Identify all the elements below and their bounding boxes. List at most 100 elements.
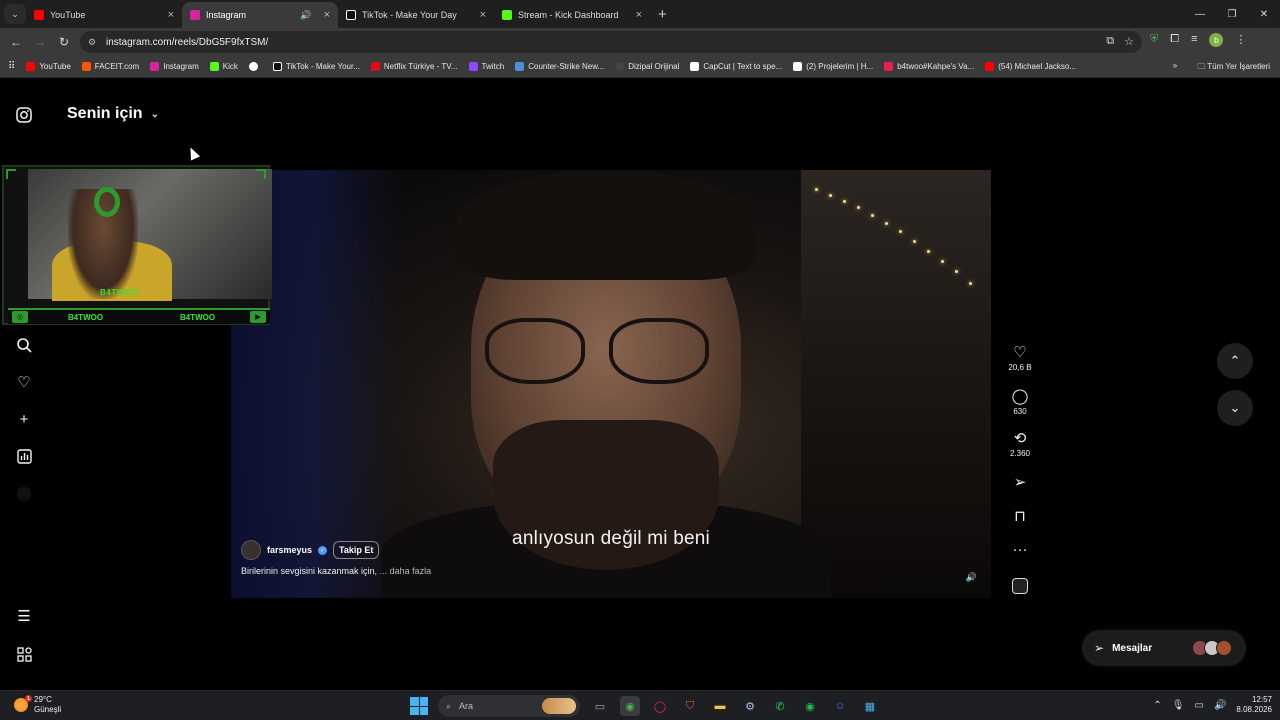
bookmark-item[interactable]: (54) Michael Jackso... <box>985 62 1076 71</box>
threads-apps-icon[interactable] <box>14 644 34 664</box>
bookmark-item[interactable]: TikTok - Make Your... <box>272 62 360 71</box>
close-tab-icon[interactable]: × <box>168 9 174 21</box>
back-icon[interactable]: ← <box>4 35 28 49</box>
whatsapp-icon[interactable]: ✆ <box>770 696 790 716</box>
overlay-name-bar: ◎ B4TWOO B4TWOO ▶ <box>8 308 270 324</box>
weather-condition: Güneşli <box>34 705 62 714</box>
volume-icon[interactable]: 🔊 <box>1214 700 1226 711</box>
opera-gx-icon[interactable]: ◯ <box>650 696 670 716</box>
tab-tiktok[interactable]: TikTok - Make Your Day × <box>338 2 494 28</box>
shield-extension-icon[interactable]: ⛨ <box>1150 33 1158 47</box>
bookmark-item[interactable]: Netflix Türkiye - TV... <box>370 62 458 71</box>
share-action[interactable]: ➢ <box>1008 475 1032 491</box>
spotify-icon[interactable]: ◉ <box>800 696 820 716</box>
author-name[interactable]: farsmeyus <box>267 545 312 555</box>
brave-icon[interactable]: ⛉ <box>680 696 700 716</box>
menu-kebab-icon[interactable]: ⋮ <box>1235 33 1246 47</box>
reload-icon[interactable]: ↻ <box>52 35 76 49</box>
more-options-action[interactable]: ··· <box>1008 542 1032 558</box>
task-view-icon[interactable]: ▭ <box>590 696 610 716</box>
tab-title: TikTok - Make Your Day <box>362 10 457 20</box>
bookmarks-overflow-button[interactable]: » <box>1173 61 1177 75</box>
bookmark-item[interactable]: CapCut | Text to spe... <box>690 62 782 71</box>
bookmark-item[interactable] <box>248 62 262 71</box>
dashboard-chart-icon[interactable] <box>14 446 34 466</box>
address-bar[interactable]: ⚙ instagram.com/reels/DbG5F9fxTSM/ ⧉ ☆ <box>80 31 1142 53</box>
comment-action[interactable]: ◯ 630 <box>1008 388 1032 417</box>
author-avatar[interactable] <box>241 540 261 560</box>
url-text: instagram.com/reels/DbG5F9fxTSM/ <box>106 36 269 48</box>
media-control-icon[interactable]: ≡ <box>1191 33 1197 47</box>
like-action[interactable]: ♡ 20,6 B <box>1008 345 1032 373</box>
tab-search-button[interactable]: ⌄ <box>4 4 26 24</box>
volume-icon[interactable]: 🔊 <box>966 572 977 583</box>
microphone-icon[interactable]: 🎙 <box>1172 700 1185 711</box>
bookmark-item[interactable]: Counter-Strike New... <box>515 62 604 71</box>
close-window-icon[interactable]: ✕ <box>1248 0 1280 28</box>
audio-track-thumbnail[interactable] <box>1012 578 1028 594</box>
youtube-icon <box>985 62 995 71</box>
create-plus-icon[interactable]: + <box>14 409 34 429</box>
instagram-logo-icon[interactable] <box>14 105 34 125</box>
previous-reel-button[interactable]: ⌃ <box>1217 343 1253 379</box>
reel-video[interactable]: anlıyosun değil mi beni farsmeyus ✓ Taki… <box>231 170 991 598</box>
notifications-heart-icon[interactable]: ♡ <box>14 372 34 392</box>
more-menu-icon[interactable]: ☰ <box>14 606 34 626</box>
file-explorer-icon[interactable]: ▬ <box>710 696 730 716</box>
restore-icon[interactable]: ❐ <box>1216 0 1248 28</box>
weather-widget[interactable]: 1 29°C Güneşli <box>14 695 61 715</box>
youtube-favicon-icon <box>34 10 44 20</box>
microsoft-store-icon[interactable]: ▦ <box>860 696 880 716</box>
site-info-icon[interactable]: ⚙ <box>88 37 100 48</box>
search-icon[interactable] <box>14 335 34 355</box>
bookmark-item[interactable]: Dizipal Orijinal <box>615 62 679 71</box>
tray-overflow-icon[interactable]: ⌃ <box>1153 700 1161 711</box>
all-bookmarks-button[interactable]: 🗀 Tüm Yer İşaretleri <box>1197 61 1270 75</box>
google-icon <box>248 62 258 71</box>
repost-action[interactable]: ⟲ 2.360 <box>1008 431 1032 459</box>
window-controls: — ❐ ✕ <box>1184 0 1280 28</box>
chrome-icon[interactable]: ◉ <box>620 696 640 716</box>
more-dots-icon: ··· <box>1012 541 1028 558</box>
stream-webcam-overlay: B4TWOO ◎ B4TWOO B4TWOO ▶ <box>2 165 272 325</box>
display-icon[interactable]: ▭ <box>1195 700 1204 711</box>
caption-more-link[interactable]: ... daha fazla <box>380 566 432 576</box>
tab-kick[interactable]: Stream - Kick Dashboard × <box>494 2 650 28</box>
steam-icon[interactable]: ⚙ <box>740 696 760 716</box>
bookmark-item[interactable]: Kick <box>209 62 238 71</box>
new-tab-button[interactable]: + <box>658 6 667 23</box>
taskbar-search[interactable]: ⌕ Ara <box>438 695 580 717</box>
close-tab-icon[interactable]: × <box>636 9 642 21</box>
save-action[interactable]: ⊓ <box>1008 509 1032 525</box>
next-reel-button[interactable]: ⌄ <box>1217 390 1253 426</box>
install-app-icon[interactable]: ⧉ <box>1106 35 1114 48</box>
bookmark-item[interactable]: b4twoo#Kahpe's Va... <box>884 62 974 71</box>
close-tab-icon[interactable]: × <box>324 9 330 21</box>
reel-caption: Birilerinin sevgisini kazanmak için, ...… <box>241 566 431 576</box>
windows-start-icon[interactable] <box>410 697 428 715</box>
messages-button[interactable]: ➢ Mesajlar <box>1082 630 1246 666</box>
bookmark-star-icon[interactable]: ☆ <box>1124 35 1134 48</box>
extensions-icon[interactable]: ⧠ <box>1170 33 1179 47</box>
apps-grid-icon[interactable]: ⠿ <box>8 61 15 72</box>
comment-icon: ◯ <box>1011 388 1029 405</box>
tab-instagram[interactable]: Instagram 🔊 × <box>182 2 338 28</box>
close-tab-icon[interactable]: × <box>480 9 486 21</box>
minimize-icon[interactable]: — <box>1184 0 1216 28</box>
forward-icon[interactable]: → <box>28 35 52 49</box>
discord-icon[interactable]: ☺ <box>830 696 850 716</box>
profile-avatar-icon[interactable] <box>14 484 34 504</box>
tab-youtube[interactable]: YouTube × <box>26 2 182 28</box>
bookmark-item[interactable]: Twitch <box>468 62 504 71</box>
browser-tab-strip: ⌄ YouTube × Instagram 🔊 × TikTok - Make … <box>0 0 1280 28</box>
bookmark-item[interactable]: (2) Projelerim | H... <box>793 62 873 71</box>
speaker-icon[interactable]: 🔊 <box>300 10 311 21</box>
instagram-favicon-icon <box>190 10 200 20</box>
bookmark-item[interactable]: Instagram <box>150 62 199 71</box>
clock[interactable]: 12:57 8.08.2026 <box>1236 695 1272 715</box>
profile-avatar[interactable]: b <box>1209 33 1224 47</box>
follow-button[interactable]: Takip Et <box>333 541 380 559</box>
bookmark-item[interactable]: FACEIT.com <box>81 62 139 71</box>
bookmark-item[interactable]: YouTube <box>26 62 71 71</box>
feed-selector[interactable]: Senin için ⌄ <box>67 105 159 123</box>
